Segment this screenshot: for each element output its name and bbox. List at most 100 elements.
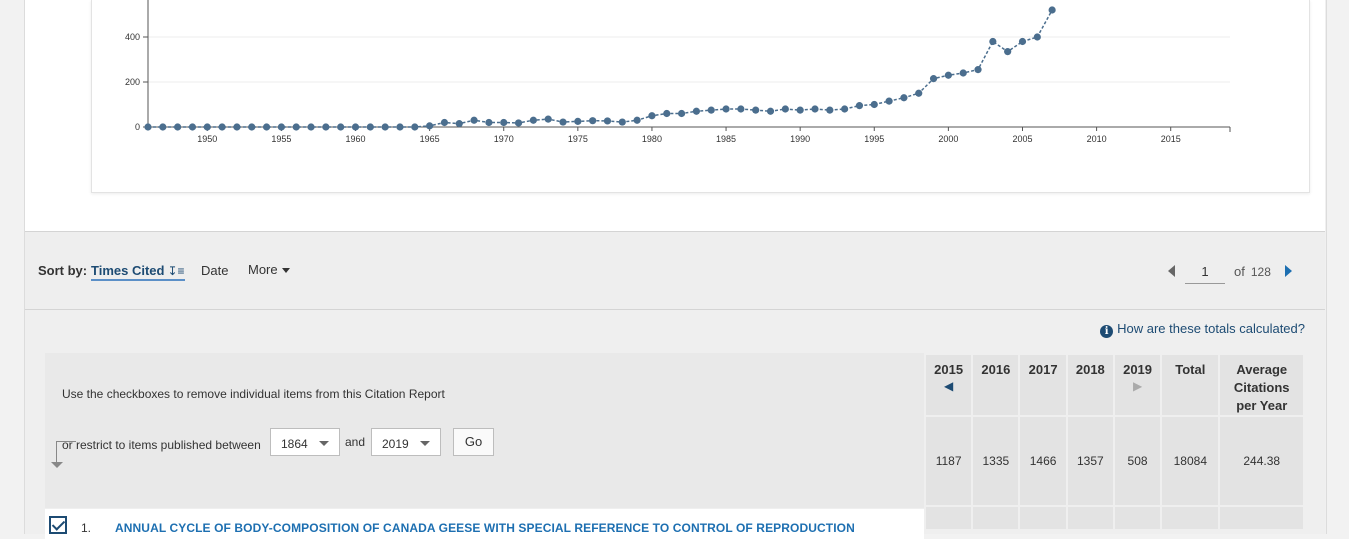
data-point xyxy=(559,118,567,126)
sort-date-button[interactable]: Date xyxy=(201,263,228,278)
data-point xyxy=(915,89,923,97)
sort-more-button[interactable]: More xyxy=(248,262,290,277)
sort-descending-icon: ↧≡ xyxy=(167,264,185,278)
y-tick-label: 0 xyxy=(135,122,140,132)
data-point xyxy=(440,118,449,127)
chevron-down-icon xyxy=(319,441,329,446)
x-tick-label: 1950 xyxy=(197,134,217,144)
checkbox-checked-icon[interactable] xyxy=(49,516,67,534)
data-point xyxy=(781,105,789,113)
data-point xyxy=(574,117,582,125)
sort-times-cited-label: Times Cited xyxy=(91,263,165,278)
year-header-2017: 2017 xyxy=(1020,355,1066,415)
series-line xyxy=(148,9,1053,128)
data-point xyxy=(485,118,493,127)
data-point xyxy=(174,123,182,131)
sort-times-cited-button[interactable]: Times Cited ↧≡ xyxy=(91,263,185,281)
data-point xyxy=(826,106,834,114)
data-point xyxy=(603,117,612,125)
x-tick-label: 1960 xyxy=(345,134,365,144)
restrict-arrow-icon xyxy=(48,441,76,469)
item-number: 1. xyxy=(81,521,92,535)
and-label: and xyxy=(345,435,366,449)
year-header-2019: 2019 ▶ xyxy=(1114,355,1161,415)
totals-help-label: How are these totals calculated? xyxy=(1117,321,1305,336)
value-2018: 1357 xyxy=(1067,417,1113,505)
data-point xyxy=(633,116,641,124)
data-point xyxy=(900,94,908,102)
chevron-down-icon xyxy=(420,441,430,446)
data-point xyxy=(411,123,419,131)
data-point xyxy=(1048,6,1056,14)
data-point xyxy=(381,123,389,131)
totals-header-row: 2015 ◀ 2016 2017 2018 2019 ▶ Total Average… xyxy=(926,355,1303,415)
data-point xyxy=(677,109,686,118)
info-icon: i xyxy=(1100,325,1114,338)
data-point xyxy=(841,105,849,113)
data-point xyxy=(766,107,775,115)
y-tick-label: 400 xyxy=(125,32,140,42)
data-point xyxy=(514,119,523,127)
data-point xyxy=(855,102,864,110)
average-header: Average Citations per Year xyxy=(1220,355,1303,415)
item-totals-row xyxy=(926,507,1303,529)
data-point xyxy=(396,123,404,131)
totals-help-link[interactable]: i How are these totals calculated? xyxy=(1100,321,1305,338)
total-header: Total xyxy=(1162,355,1219,415)
data-point xyxy=(618,118,626,126)
data-point xyxy=(589,117,597,125)
page-total: 128 xyxy=(1250,265,1271,279)
data-point xyxy=(648,112,656,120)
data-point xyxy=(737,105,745,113)
list-item: 1. ANNUAL CYCLE OF BODY-COMPOSITION OF C… xyxy=(45,509,924,539)
data-point xyxy=(1018,37,1027,46)
restrict-label: or restrict to items published between xyxy=(62,438,261,452)
year-header-2016: 2016 xyxy=(973,355,1019,415)
value-2015: 1187 xyxy=(926,417,972,505)
data-point xyxy=(500,118,508,127)
data-point xyxy=(322,123,330,131)
next-years-icon[interactable]: ▶ xyxy=(1115,379,1160,393)
data-point xyxy=(529,116,537,124)
data-point xyxy=(159,123,167,131)
citation-totals-table: 2015 ◀ 2016 2017 2018 2019 ▶ Total Average… xyxy=(924,353,1305,531)
data-point xyxy=(929,75,938,83)
data-point xyxy=(292,123,300,131)
year-header-2015: 2015 ◀ xyxy=(926,355,972,415)
go-button[interactable]: Go xyxy=(453,428,494,456)
data-point xyxy=(233,123,241,131)
x-tick-label: 1975 xyxy=(568,134,588,144)
from-year-select[interactable]: 1864 xyxy=(270,428,340,456)
data-point xyxy=(544,115,552,123)
x-tick-label: 1995 xyxy=(864,134,884,144)
chevron-right-icon[interactable] xyxy=(1285,265,1292,277)
data-point xyxy=(203,123,211,131)
data-point xyxy=(885,97,893,105)
data-point xyxy=(1033,33,1041,41)
value-2019: 508 xyxy=(1114,417,1161,505)
data-point xyxy=(796,106,804,114)
data-point xyxy=(144,123,152,131)
data-point xyxy=(989,37,997,46)
to-year-select[interactable]: 2019 xyxy=(371,428,441,456)
item-title-link[interactable]: ANNUAL CYCLE OF BODY-COMPOSITION OF CANA… xyxy=(115,521,855,535)
data-point xyxy=(366,123,374,131)
value-2017: 1466 xyxy=(1020,417,1066,505)
chevron-left-icon[interactable] xyxy=(1168,265,1175,277)
x-tick-label: 1955 xyxy=(271,134,291,144)
previous-years-icon[interactable]: ◀ xyxy=(926,379,971,393)
data-point xyxy=(944,71,952,79)
data-point xyxy=(752,106,760,114)
value-2016: 1335 xyxy=(973,417,1019,505)
data-point xyxy=(426,122,434,130)
data-point xyxy=(692,107,701,115)
data-point xyxy=(811,105,819,113)
totals-values-row: 1187 1335 1466 1357 508 18084 244.38 xyxy=(926,417,1303,505)
page-number-input[interactable] xyxy=(1185,259,1225,284)
y-tick-label: 200 xyxy=(125,77,140,87)
from-year-value: 1864 xyxy=(281,437,308,451)
data-point xyxy=(707,106,715,114)
sort-bar: Sort by: Times Cited↧≡ Date More of 128 xyxy=(25,232,1325,310)
data-point xyxy=(870,100,878,109)
results-section: i How are these totals calculated? Use th… xyxy=(25,310,1325,539)
